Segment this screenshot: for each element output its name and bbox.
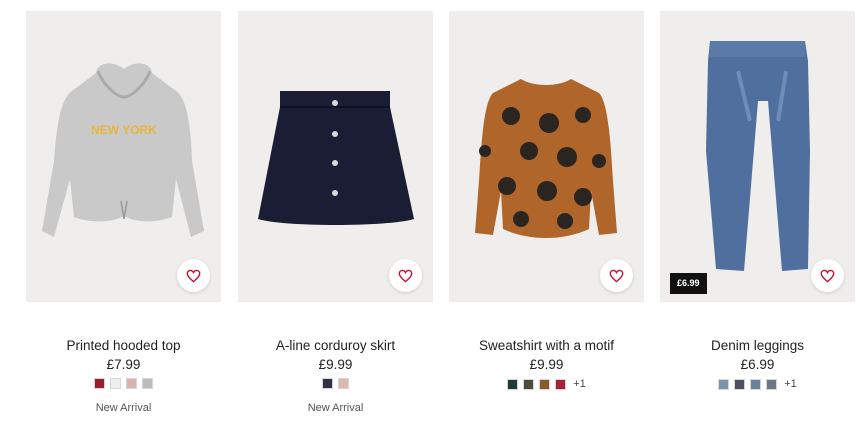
- more-colors-count[interactable]: +1: [784, 378, 797, 390]
- color-swatch[interactable]: [507, 378, 519, 390]
- heart-icon: [609, 269, 624, 283]
- favourite-button[interactable]: [600, 259, 633, 292]
- heart-icon: [820, 269, 835, 283]
- product-title[interactable]: A-line corduroy skirt: [238, 338, 433, 353]
- color-swatches: [26, 378, 221, 389]
- product-card[interactable]: NEW YORK Printed hooded top £7.99 New Ar…: [26, 11, 221, 421]
- color-swatch[interactable]: [734, 378, 746, 390]
- product-image[interactable]: [449, 11, 644, 302]
- color-swatch[interactable]: [126, 378, 137, 389]
- heart-icon: [398, 269, 413, 283]
- product-card[interactable]: A-line corduroy skirt £9.99 New Arrival: [238, 11, 433, 421]
- product-title[interactable]: Sweatshirt with a motif: [449, 338, 644, 353]
- more-colors-count[interactable]: +1: [573, 378, 586, 390]
- product-price: £9.99: [529, 357, 564, 372]
- color-swatch[interactable]: [750, 378, 762, 390]
- svg-text:NEW YORK: NEW YORK: [91, 123, 157, 137]
- color-swatches: +1: [660, 378, 855, 390]
- color-swatch[interactable]: [523, 378, 535, 390]
- product-card[interactable]: Sweatshirt with a motif £9.99 +1: [449, 11, 644, 421]
- color-swatch[interactable]: [539, 378, 551, 390]
- color-swatch[interactable]: [718, 378, 730, 390]
- color-swatch[interactable]: [94, 378, 105, 389]
- color-swatch[interactable]: [555, 378, 567, 390]
- color-swatches: +1: [449, 378, 644, 390]
- color-swatch[interactable]: [338, 378, 349, 389]
- price-tag: £6.99: [670, 273, 707, 294]
- product-price: £6.99: [740, 357, 775, 372]
- color-swatch[interactable]: [110, 378, 121, 389]
- favourite-button[interactable]: [177, 259, 210, 292]
- favourite-button[interactable]: [811, 259, 844, 292]
- product-title[interactable]: Denim leggings: [660, 338, 855, 353]
- color-swatches: [238, 378, 433, 389]
- product-image[interactable]: NEW YORK: [26, 11, 221, 302]
- product-title[interactable]: Printed hooded top: [26, 338, 221, 353]
- product-image[interactable]: £6.99: [660, 11, 855, 302]
- new-arrival-badge: New Arrival: [95, 402, 152, 414]
- heart-icon: [186, 269, 201, 283]
- color-swatch[interactable]: [322, 378, 333, 389]
- product-price: £9.99: [318, 357, 353, 372]
- favourite-button[interactable]: [389, 259, 422, 292]
- product-card[interactable]: £6.99 Denim leggings £6.99 +1: [660, 11, 855, 421]
- color-swatch[interactable]: [766, 378, 778, 390]
- product-price: £7.99: [106, 357, 141, 372]
- product-image[interactable]: [238, 11, 433, 302]
- color-swatch[interactable]: [142, 378, 153, 389]
- new-arrival-badge: New Arrival: [307, 402, 364, 414]
